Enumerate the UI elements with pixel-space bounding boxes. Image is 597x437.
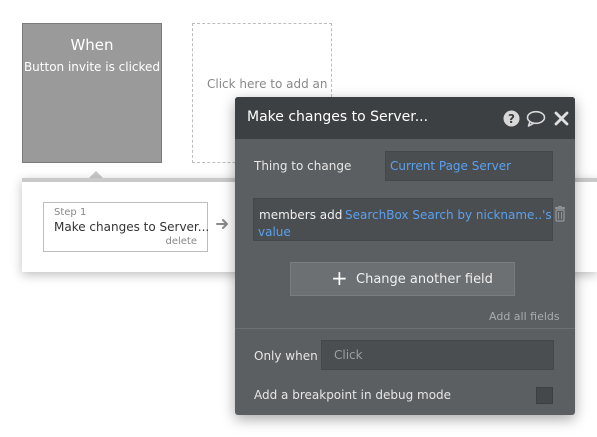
add-event-label: Click here to add an (207, 77, 328, 91)
only-when-placeholder: Click (334, 348, 363, 362)
thing-to-change-field[interactable]: Current Page Server (385, 151, 553, 181)
plus-icon: + (331, 266, 348, 290)
step-number: Step 1 (54, 207, 87, 218)
help-icon[interactable]: ? (503, 110, 520, 127)
panel-title: Make changes to Server... (247, 109, 429, 125)
thing-to-change-label: Thing to change (254, 159, 352, 173)
field-change-row[interactable]: members add SearchBox Search by nickname… (253, 198, 553, 241)
panel-divider (235, 328, 575, 329)
step-delete-link[interactable]: delete (165, 236, 197, 247)
step-card[interactable]: Step 1 Make changes to Server... delete (43, 202, 210, 252)
breakpoint-label: Add a breakpoint in debug mode (254, 388, 452, 402)
event-when-label: When (70, 36, 114, 54)
panel-header: Make changes to Server... ? (235, 97, 575, 139)
field-change-value-line1[interactable]: SearchBox Search by nickname..'s (345, 208, 552, 222)
add-all-fields-link[interactable]: Add all fields (489, 310, 560, 323)
close-icon[interactable] (554, 111, 569, 126)
thing-to-change-value: Current Page Server (390, 159, 512, 173)
field-change-name: members add (259, 208, 343, 222)
comment-icon[interactable] (526, 110, 546, 127)
event-card[interactable]: When Button invite is clicked (22, 23, 162, 163)
event-trigger-text: Button invite is clicked (23, 60, 161, 74)
only-when-field[interactable]: Click (321, 340, 554, 370)
only-when-label: Only when (254, 349, 318, 363)
trash-icon[interactable] (553, 206, 567, 222)
svg-text:?: ? (508, 112, 515, 126)
breakpoint-checkbox[interactable] (536, 387, 553, 404)
arrow-right-icon (216, 219, 228, 229)
change-another-field-button[interactable]: + Change another field (290, 262, 515, 296)
action-properties-panel: Make changes to Server... ? Thing to cha… (235, 97, 575, 415)
change-another-field-label: Change another field (356, 272, 493, 287)
workflow-editor: When Button invite is clicked Click here… (0, 0, 597, 437)
step-title: Make changes to Server... (54, 220, 210, 234)
field-change-value-line2[interactable]: value (258, 225, 291, 239)
